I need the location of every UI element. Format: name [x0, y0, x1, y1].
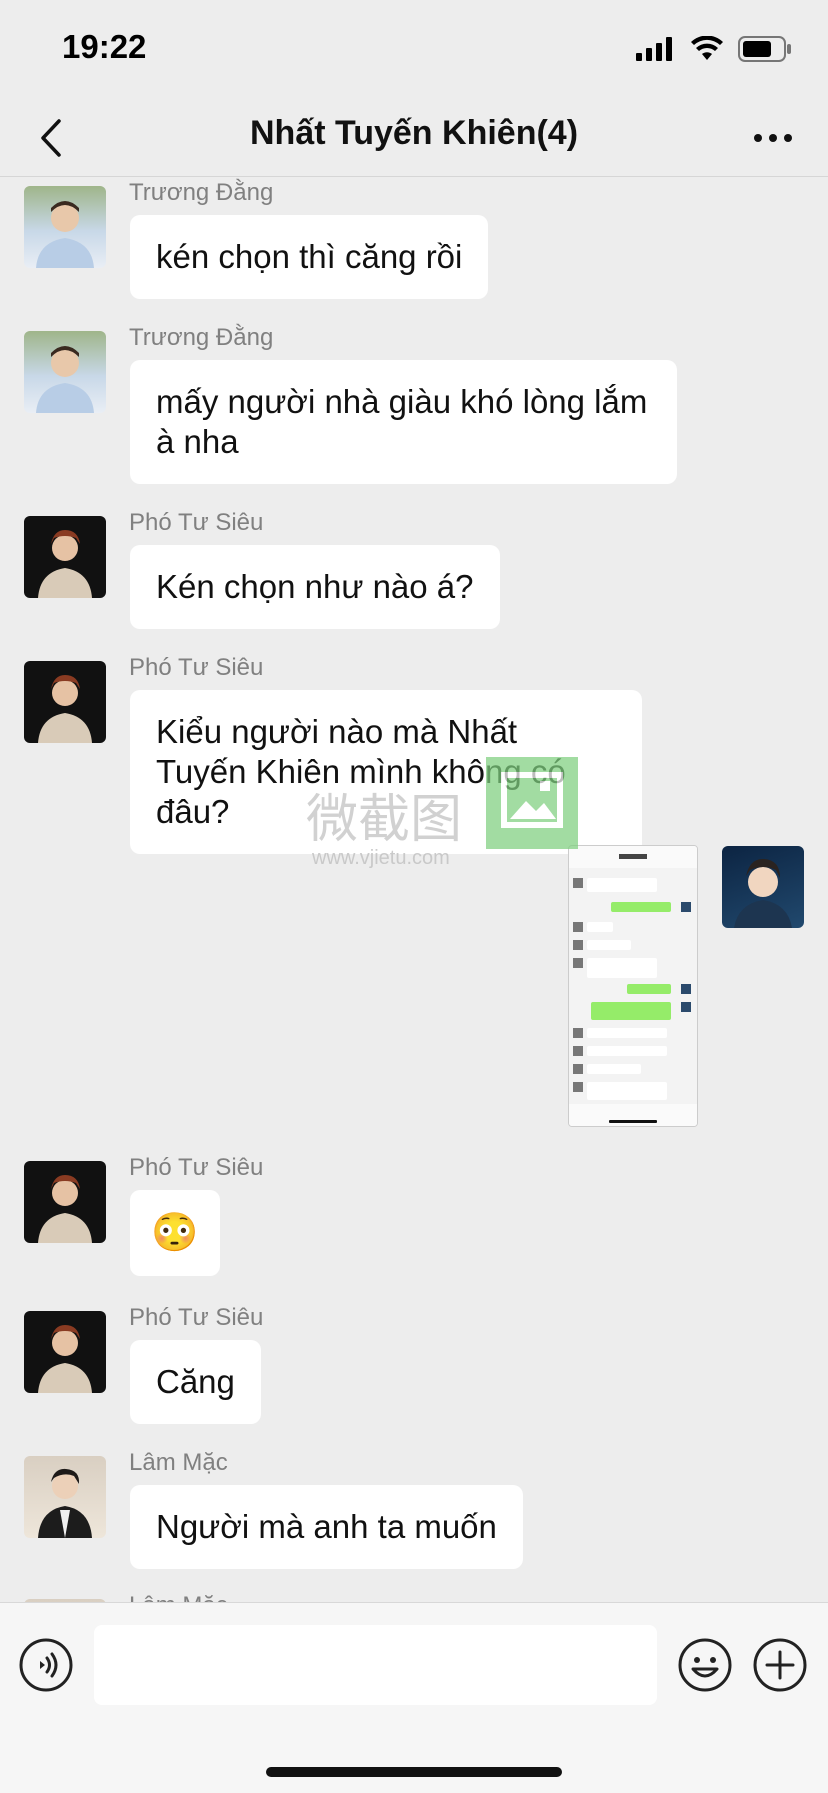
- status-bar: 19:22: [0, 0, 828, 100]
- avatar[interactable]: [24, 516, 106, 598]
- more-horizontal-icon: [754, 134, 792, 142]
- sender-name: Lâm Mặc: [129, 1592, 228, 1602]
- message-bubble[interactable]: mấy người nhà giàu khó lòng lắm à nha: [130, 360, 677, 484]
- image-message[interactable]: [568, 845, 698, 1127]
- sender-name: Phó Tư Siêu: [129, 1304, 264, 1331]
- sender-name: Phó Tư Siêu: [129, 509, 264, 536]
- signal-icon: [636, 37, 672, 61]
- message-bubble[interactable]: Kén chọn như nào á?: [130, 545, 500, 629]
- avatar[interactable]: [24, 186, 106, 268]
- avatar[interactable]: [24, 1311, 106, 1393]
- message-bubble[interactable]: Kiểu người nào mà Nhất Tuyến Khiên mình …: [130, 690, 642, 854]
- battery-icon: [738, 36, 791, 62]
- message-list[interactable]: Trương Đằng kén chọn thì căng rồi Trương…: [0, 177, 828, 1602]
- avatar[interactable]: [24, 1456, 106, 1538]
- more-actions-button[interactable]: [752, 1637, 808, 1693]
- voice-button[interactable]: [18, 1637, 74, 1693]
- sender-name: Trương Đằng: [129, 324, 274, 351]
- chat-header: Nhất Tuyến Khiên(4): [0, 100, 828, 177]
- sender-name: Phó Tư Siêu: [129, 654, 264, 681]
- smiley-icon: [678, 1638, 732, 1692]
- sender-name: Phó Tư Siêu: [129, 1154, 264, 1181]
- avatar[interactable]: [722, 846, 804, 928]
- avatar[interactable]: [24, 331, 106, 413]
- home-indicator: [266, 1767, 562, 1777]
- status-time: 19:22: [62, 28, 147, 65]
- voice-icon: [19, 1638, 73, 1692]
- message-bubble[interactable]: kén chọn thì căng rồi: [130, 215, 489, 299]
- emoji-message[interactable]: 😳: [130, 1190, 220, 1276]
- message-bubble[interactable]: Người mà anh ta muốn: [130, 1485, 523, 1569]
- message-input-bar: [0, 1602, 828, 1793]
- more-options-button[interactable]: [748, 118, 798, 158]
- avatar[interactable]: [24, 661, 106, 743]
- status-icons: [636, 36, 792, 62]
- sender-name: Trương Đằng: [129, 179, 274, 206]
- emoji-button[interactable]: [677, 1637, 733, 1693]
- message-input[interactable]: [94, 1625, 657, 1705]
- plus-circle-icon: [753, 1638, 807, 1692]
- sender-name: Lâm Mặc: [129, 1449, 228, 1476]
- chat-title: Nhất Tuyến Khiên(4): [249, 114, 579, 152]
- wifi-icon: [691, 36, 723, 60]
- message-bubble[interactable]: Căng: [130, 1340, 261, 1424]
- chat-screenshot-thumbnail: [569, 846, 697, 1126]
- avatar[interactable]: [24, 1161, 106, 1243]
